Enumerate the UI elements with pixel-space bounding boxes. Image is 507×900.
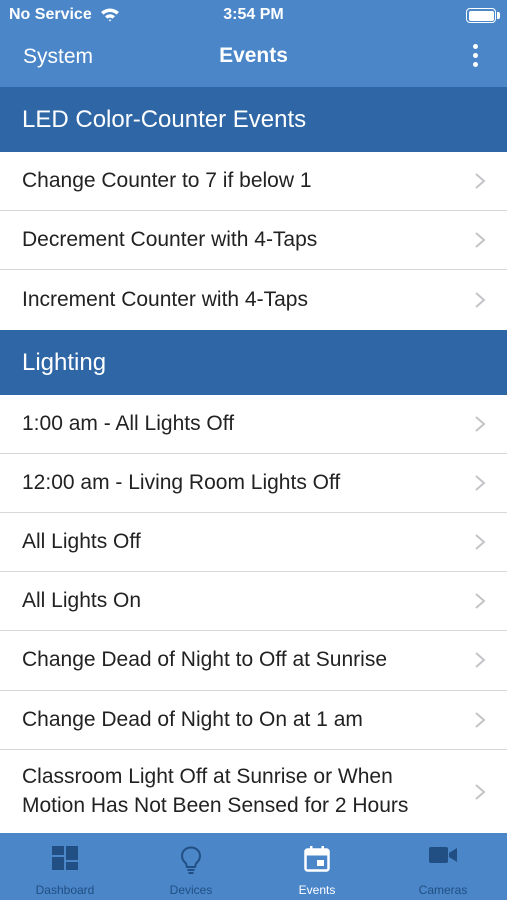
video-camera-icon	[429, 847, 457, 863]
list-item-label: 12:00 am - Living Room Lights Off	[22, 470, 341, 494]
tab-label: Dashboard	[35, 883, 95, 897]
chevron-right-icon	[475, 783, 486, 800]
chevron-right-icon	[475, 415, 486, 432]
chevron-right-icon	[475, 232, 486, 249]
section-header-led: LED Color-Counter Events	[0, 87, 507, 152]
tab-dashboard[interactable]: Dashboard	[2, 833, 128, 900]
chevron-right-icon	[475, 173, 486, 189]
nav-bar: System Events	[0, 30, 507, 87]
tab-label: Events	[298, 883, 336, 897]
list-item-label: Increment Counter with 4-Taps	[22, 287, 308, 311]
list-item[interactable]: Change Counter to 7 if below 1	[0, 152, 507, 212]
top-bar: No Service 3:54 PM System Events	[0, 0, 507, 87]
status-bar: No Service 3:54 PM	[0, 0, 507, 30]
list-item[interactable]: Decrement Counter with 4-Taps	[0, 211, 507, 271]
chevron-right-icon	[475, 534, 486, 550]
list-item-label: Change Dead of Night to On at 1 am	[22, 707, 363, 731]
list-item[interactable]: 12:00 am - Living Room Lights Off	[0, 453, 507, 513]
chevron-right-icon	[475, 292, 486, 308]
list-item-label: Classroom Light Off at Sunrise or When M…	[22, 764, 409, 817]
calendar-icon	[304, 846, 330, 872]
chevron-right-icon	[475, 652, 486, 669]
list-item[interactable]: Classroom Light Off at Sunrise or When M…	[0, 749, 507, 833]
chevron-right-icon	[475, 711, 486, 728]
list-item-label: Decrement Counter with 4-Taps	[22, 228, 318, 252]
tab-cameras[interactable]: Cameras	[380, 833, 506, 900]
tab-label: Devices	[169, 883, 213, 897]
page-title: Events	[219, 44, 288, 67]
lightbulb-icon	[180, 846, 202, 874]
list-item-label: All Lights On	[22, 589, 142, 613]
list-item-label: All Lights Off	[22, 530, 141, 554]
section-header-lighting: Lighting	[0, 329, 507, 395]
tab-bar: Dashboard Devices Events Cameras	[0, 833, 507, 900]
list-item[interactable]: Change Dead of Night to On at 1 am	[0, 690, 507, 750]
battery-icon	[466, 8, 500, 23]
tab-devices[interactable]: Devices	[128, 833, 254, 900]
list-item-label: Change Dead of Night to Off at Sunrise	[22, 648, 387, 672]
list-item[interactable]: All Lights Off	[0, 512, 507, 573]
dashboard-icon	[52, 846, 78, 870]
list-item[interactable]: Increment Counter with 4-Taps	[0, 270, 507, 330]
tab-label: Cameras	[418, 883, 468, 897]
list-item-label: 1:00 am - All Lights Off	[22, 411, 235, 435]
chevron-right-icon	[475, 593, 486, 609]
list-item-label: Change Counter to 7 if below 1	[22, 169, 312, 193]
list-item[interactable]: Change Dead of Night to Off at Sunrise	[0, 631, 507, 691]
list-item[interactable]: 1:00 am - All Lights Off	[0, 394, 507, 454]
clock: 3:54 PM	[223, 6, 284, 23]
list-item[interactable]: All Lights On	[0, 572, 507, 632]
more-options-icon[interactable]	[463, 42, 487, 72]
events-list[interactable]: LED Color-Counter Events Change Counter …	[0, 87, 507, 833]
tab-events[interactable]: Events	[254, 833, 380, 900]
chevron-right-icon	[475, 475, 486, 491]
